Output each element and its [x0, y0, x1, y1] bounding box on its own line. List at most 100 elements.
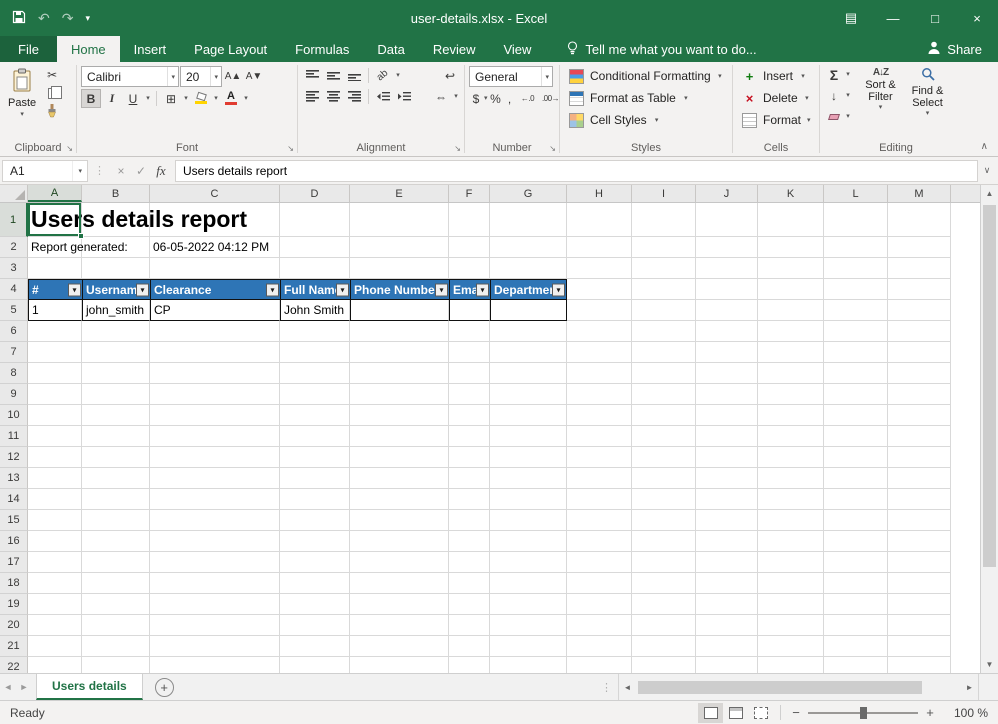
row-header-16[interactable]: 16	[0, 531, 28, 552]
sheet-nav-right-icon[interactable]: ►	[16, 682, 32, 692]
merge-center-button[interactable]: ⇔	[431, 87, 451, 106]
cell-C18[interactable]	[150, 573, 280, 594]
cell-B16[interactable]	[82, 531, 150, 552]
cell-C12[interactable]	[150, 447, 280, 468]
cell-B19[interactable]	[82, 594, 150, 615]
borders-button[interactable]: ⊞	[161, 89, 181, 108]
format-cells-button[interactable]: Format ▾	[737, 109, 815, 131]
conditional-formatting-button[interactable]: Conditional Formatting ▾	[564, 65, 728, 87]
cell-J8[interactable]	[696, 363, 758, 384]
cell-A7[interactable]	[28, 342, 82, 363]
cell-I9[interactable]	[632, 384, 696, 405]
cell-H15[interactable]	[567, 510, 632, 531]
cell-E1[interactable]	[350, 203, 449, 237]
cell-M8[interactable]	[888, 363, 951, 384]
cell-G13[interactable]	[490, 468, 567, 489]
cell-E13[interactable]	[350, 468, 449, 489]
font-size-caret-icon[interactable]: ▾	[210, 67, 221, 86]
cell-D10[interactable]	[280, 405, 350, 426]
tab-review[interactable]: Review	[419, 36, 490, 62]
cell-M13[interactable]	[888, 468, 951, 489]
borders-caret-icon[interactable]: ▾	[182, 95, 190, 102]
sort-filter-caret-icon[interactable]: ▾	[879, 104, 883, 111]
cell-K17[interactable]	[758, 552, 824, 573]
cell-H7[interactable]	[567, 342, 632, 363]
cell-J11[interactable]	[696, 426, 758, 447]
cell-D8[interactable]	[280, 363, 350, 384]
cell-E21[interactable]	[350, 636, 449, 657]
filter-button-E[interactable]: ▾	[435, 283, 448, 296]
tab-insert[interactable]: Insert	[120, 36, 181, 62]
filter-button-F[interactable]: ▾	[476, 283, 489, 296]
column-header-G[interactable]: G	[490, 185, 567, 202]
cell-M21[interactable]	[888, 636, 951, 657]
cell-L8[interactable]	[824, 363, 888, 384]
merge-center-caret-icon[interactable]: ▾	[452, 93, 460, 100]
cell-B14[interactable]	[82, 489, 150, 510]
cell-M9[interactable]	[888, 384, 951, 405]
cell-styles-caret-icon[interactable]: ▾	[653, 117, 661, 124]
decrease-decimal-button[interactable]: .00→	[540, 89, 562, 108]
cell-I18[interactable]	[632, 573, 696, 594]
column-header-C[interactable]: C	[150, 185, 280, 202]
insert-function-button[interactable]: fx	[151, 163, 171, 179]
cell-E2[interactable]	[350, 237, 449, 258]
cell-B20[interactable]	[82, 615, 150, 636]
cell-M4[interactable]	[888, 279, 951, 300]
cell-H11[interactable]	[567, 426, 632, 447]
insert-cells-button[interactable]: + Insert ▾	[737, 65, 815, 87]
cell-F20[interactable]	[449, 615, 490, 636]
tab-data[interactable]: Data	[363, 36, 418, 62]
clear-caret-icon[interactable]: ▾	[844, 113, 852, 120]
cell-I11[interactable]	[632, 426, 696, 447]
cell-B6[interactable]	[82, 321, 150, 342]
cell-B4[interactable]: Username▾	[82, 279, 150, 300]
cell-A9[interactable]	[28, 384, 82, 405]
cell-H17[interactable]	[567, 552, 632, 573]
cell-K18[interactable]	[758, 573, 824, 594]
cell-J13[interactable]	[696, 468, 758, 489]
cell-L2[interactable]	[824, 237, 888, 258]
cell-A20[interactable]	[28, 615, 82, 636]
number-format-caret-icon[interactable]: ▾	[541, 67, 552, 86]
cell-I7[interactable]	[632, 342, 696, 363]
row-header-17[interactable]: 17	[0, 552, 28, 573]
cell-F2[interactable]	[449, 237, 490, 258]
cell-D12[interactable]	[280, 447, 350, 468]
row-header-1[interactable]: 1	[0, 203, 28, 237]
cell-G7[interactable]	[490, 342, 567, 363]
cell-J3[interactable]	[696, 258, 758, 279]
italic-button[interactable]: I	[102, 89, 122, 108]
cell-B21[interactable]	[82, 636, 150, 657]
cell-A21[interactable]	[28, 636, 82, 657]
filter-button-B[interactable]: ▾	[136, 283, 149, 296]
font-color-caret-icon[interactable]: ▾	[242, 95, 250, 102]
cut-button[interactable]: ✂	[42, 65, 62, 84]
zoom-out-button[interactable]: −	[788, 705, 804, 720]
cell-H10[interactable]	[567, 405, 632, 426]
cell-M2[interactable]	[888, 237, 951, 258]
row-header-19[interactable]: 19	[0, 594, 28, 615]
zoom-in-button[interactable]: +	[922, 705, 938, 720]
cell-F8[interactable]	[449, 363, 490, 384]
row-header-14[interactable]: 14	[0, 489, 28, 510]
column-header-L[interactable]: L	[824, 185, 888, 202]
row-header-13[interactable]: 13	[0, 468, 28, 489]
cell-I17[interactable]	[632, 552, 696, 573]
comma-style-button[interactable]: ,	[504, 89, 516, 108]
column-header-K[interactable]: K	[758, 185, 824, 202]
cell-J17[interactable]	[696, 552, 758, 573]
cell-H4[interactable]	[567, 279, 632, 300]
accounting-format-button[interactable]: $	[469, 89, 483, 108]
cell-D21[interactable]	[280, 636, 350, 657]
row-header-7[interactable]: 7	[0, 342, 28, 363]
cell-F3[interactable]	[449, 258, 490, 279]
filter-button-A[interactable]: ▾	[68, 283, 81, 296]
cell-E10[interactable]	[350, 405, 449, 426]
cell-J10[interactable]	[696, 405, 758, 426]
cell-H18[interactable]	[567, 573, 632, 594]
cell-I14[interactable]	[632, 489, 696, 510]
cell-G21[interactable]	[490, 636, 567, 657]
cell-L12[interactable]	[824, 447, 888, 468]
cell-E9[interactable]	[350, 384, 449, 405]
